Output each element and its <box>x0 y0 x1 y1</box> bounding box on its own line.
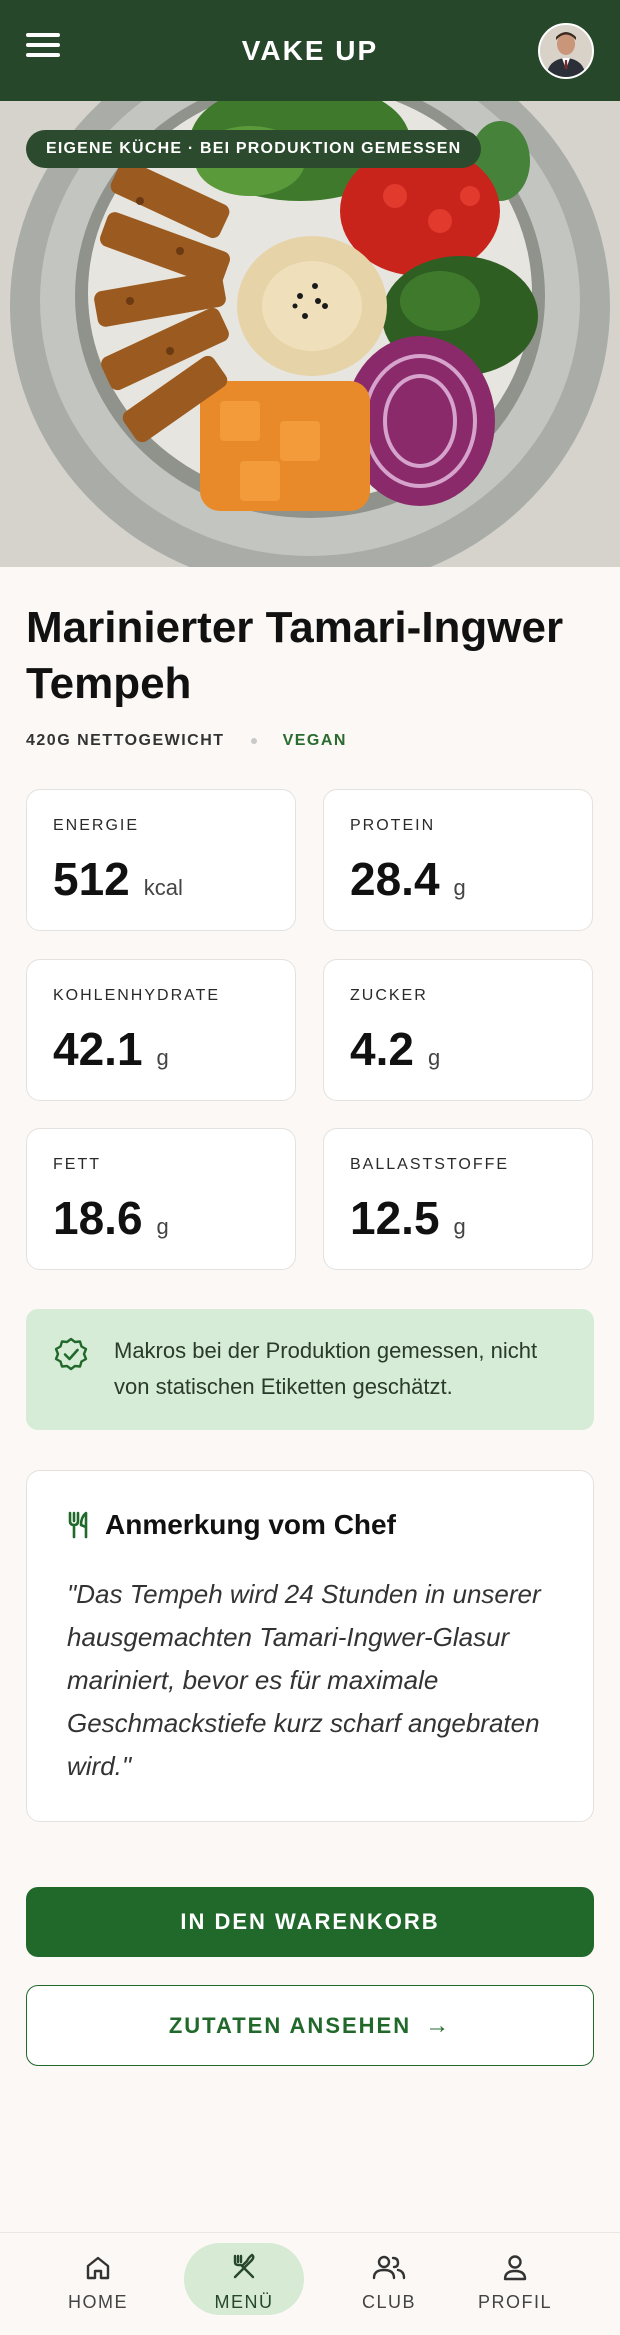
app-header: VAKE UP <box>0 0 620 101</box>
verified-check-icon <box>54 1337 88 1371</box>
nav-label: HOME <box>68 2292 128 2312</box>
users-icon <box>372 2255 406 2280</box>
nutrition-unit: g <box>427 1045 441 1070</box>
macros-info-text: Makros bei der Produktion gemessen, nich… <box>114 1338 538 1399</box>
nutrition-value: 512 kcal <box>53 853 183 905</box>
nutrition-card-sugar: ZUCKER 4.2 g <box>323 959 593 1101</box>
utensils-cross-icon <box>233 2253 255 2279</box>
home-icon <box>86 2256 110 2280</box>
nutrition-label: BALLASTSTOFFE <box>350 1156 510 1173</box>
nav-label: PROFIL <box>477 2292 552 2312</box>
nutrition-card-fat: FETT 18.6 g <box>26 1128 296 1270</box>
nutrition-value: 12.5 g <box>350 1192 466 1244</box>
nutrition-label: ENERGIE <box>53 817 140 834</box>
food-bowl-illustration <box>0 101 620 567</box>
add-to-cart-button[interactable]: IN DEN WARENKORB <box>26 1887 594 1957</box>
production-badge: EIGENE KÜCHE · BEI PRODUKTION GEMESSEN <box>26 130 482 168</box>
user-avatar[interactable] <box>538 23 594 79</box>
nutrition-card-carbs: KOHLENHYDRATE 42.1 g <box>26 959 296 1101</box>
hamburger-menu-icon[interactable] <box>26 33 60 63</box>
nutrition-value: 18.6 g <box>53 1192 169 1244</box>
nav-item-home[interactable]: HOME <box>43 2253 153 2313</box>
user-icon <box>503 2255 527 2281</box>
nutrition-unit: g <box>156 1214 169 1239</box>
vegan-tag: VEGAN <box>282 732 347 749</box>
nutrition-label: PROTEIN <box>350 817 436 834</box>
net-weight: 420G NETTOGEWICHT <box>26 732 225 749</box>
nutrition-value: 42.1 g <box>53 1023 169 1075</box>
nutrition-card-fiber: BALLASTSTOFFE 12.5 g <box>323 1128 593 1270</box>
separator-dot <box>250 738 257 744</box>
nav-item-menu[interactable]: MENÜ <box>184 2243 304 2315</box>
product-title: Marinierter Tamari-Ingwer Tempeh <box>26 603 564 708</box>
nutrition-label: ZUCKER <box>350 987 428 1004</box>
nutrition-card-protein: PROTEIN 28.4 g <box>323 789 593 931</box>
chef-note-card: Anmerkung vom Chef "Das Tempeh wird 24 S… <box>26 1470 594 1822</box>
nutrition-unit: g <box>453 1214 466 1239</box>
nav-label: CLUB <box>361 2292 416 2312</box>
nav-item-profile[interactable]: PROFIL <box>460 2253 570 2313</box>
chef-note-title: Anmerkung vom Chef <box>105 1509 396 1540</box>
bottom-navigation: HOME MENÜ CLUB PROFIL <box>0 2232 620 2335</box>
nav-item-club[interactable]: CLUB <box>334 2253 444 2313</box>
nutrition-unit: g <box>453 875 466 900</box>
utensils-icon <box>68 1511 88 1539</box>
nutrition-label: KOHLENHYDRATE <box>53 987 221 1004</box>
product-meta: 420G NETTOGEWICHT VEGAN <box>26 732 347 750</box>
nutrition-unit: g <box>156 1045 169 1070</box>
nutrition-value: 4.2 g <box>350 1023 441 1075</box>
view-ingredients-label: ZUTATEN ANSEHEN <box>168 2012 412 2038</box>
nutrition-value: 28.4 g <box>350 853 466 905</box>
nutrition-unit: kcal <box>143 875 183 900</box>
hero-image: EIGENE KÜCHE · BEI PRODUKTION GEMESSEN <box>0 101 620 567</box>
chef-note-header: Anmerkung vom Chef <box>67 1509 396 1541</box>
nutrition-label: FETT <box>53 1156 101 1173</box>
arrow-right-icon: → <box>425 2011 452 2039</box>
view-ingredients-button[interactable]: ZUTATEN ANSEHEN → <box>26 1985 594 2066</box>
nutrition-card-energy: ENERGIE 512 kcal <box>26 789 296 931</box>
nav-label: MENÜ <box>214 2292 274 2312</box>
macros-info-banner: Makros bei der Produktion gemessen, nich… <box>26 1309 594 1430</box>
brand-logo[interactable]: VAKE UP <box>242 35 378 67</box>
chef-note-quote: "Das Tempeh wird 24 Stunden in unserer h… <box>67 1579 541 1781</box>
